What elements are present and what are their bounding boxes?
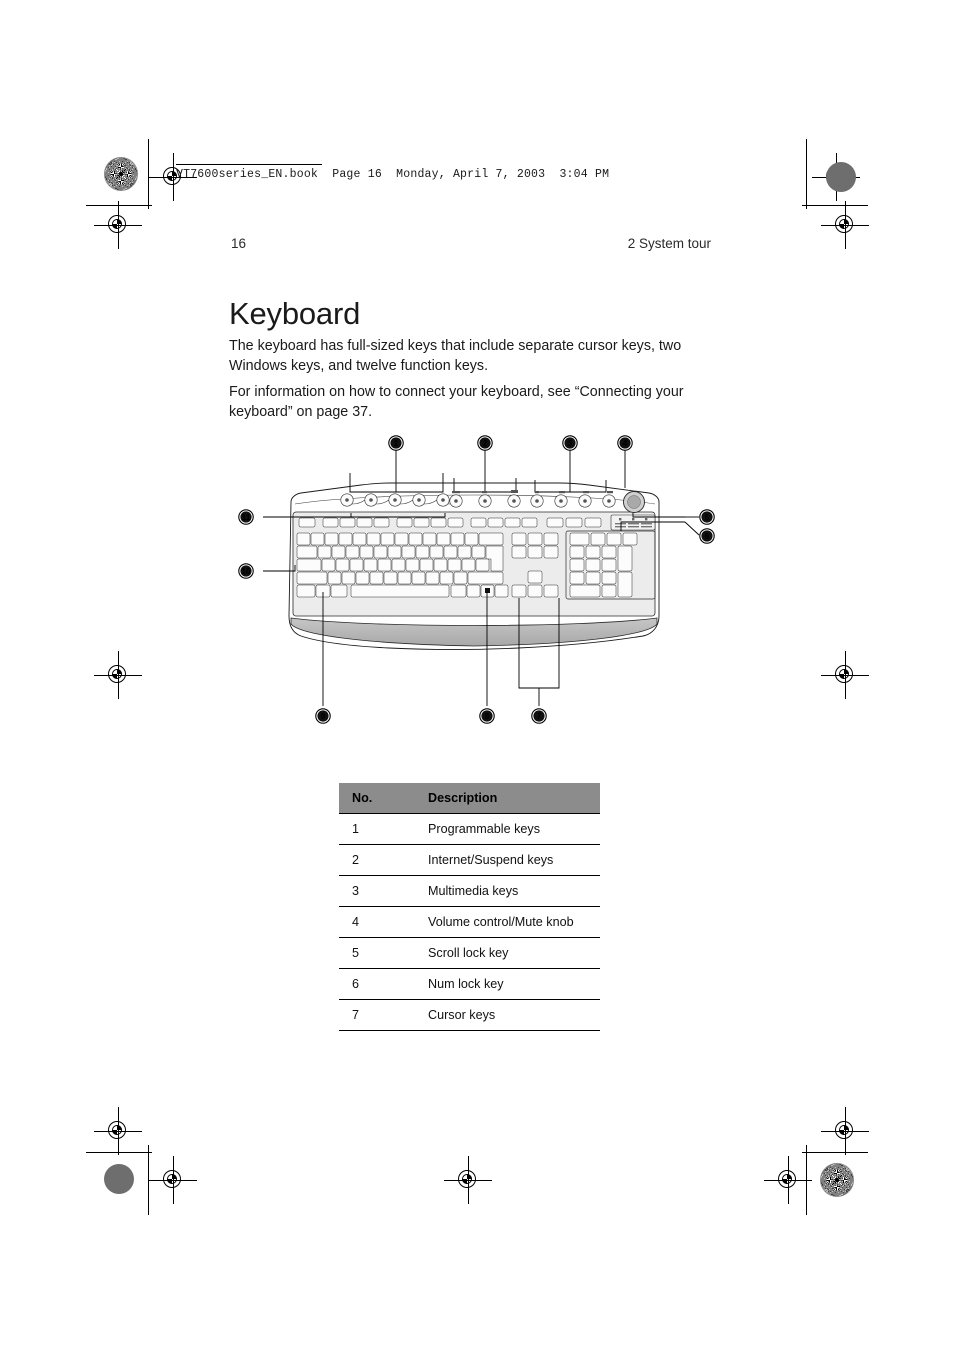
registration-mark-bottom-right-lower — [764, 1156, 812, 1204]
cell-no: 4 — [339, 906, 418, 938]
crop-line-top-left-vertical — [148, 139, 149, 209]
internet-suspend-keys-group — [449, 490, 521, 508]
crop-line-bottom-left-horizontal — [86, 1152, 152, 1153]
svg-text:4: 4 — [623, 439, 628, 448]
intro-paragraph: The keyboard has full-sized keys that in… — [229, 338, 682, 375]
crop-line-bottom-left-vertical — [148, 1145, 149, 1215]
svg-text:10: 10 — [242, 567, 251, 576]
registration-mark-bottom-left-lower — [149, 1156, 197, 1204]
cell-description: Scroll lock key — [418, 937, 600, 969]
crop-line-top-left-horizontal — [86, 205, 152, 206]
cell-description: Multimedia keys — [418, 875, 600, 907]
callout-2: 2 — [477, 435, 493, 451]
table-row: 6 Num lock key — [339, 968, 600, 1000]
svg-text:7: 7 — [537, 712, 542, 721]
cell-no: 1 — [339, 813, 418, 845]
registration-mark-bottom-left-upper — [94, 1107, 142, 1155]
table-row: 7 Cursor keys — [339, 999, 600, 1031]
callout-11: 11 — [238, 509, 254, 525]
callout-5: 5 — [699, 509, 715, 525]
cell-description: Cursor keys — [418, 999, 600, 1031]
svg-text:2: 2 — [483, 439, 488, 448]
crop-line-bottom-right-vertical — [806, 1145, 807, 1215]
solid-dot-top-right — [826, 162, 856, 192]
halftone-dot-top-left — [104, 157, 138, 191]
callout-4: 4 — [617, 435, 633, 451]
svg-text:1: 1 — [394, 439, 399, 448]
svg-text:5: 5 — [705, 513, 710, 522]
table-row: 5 Scroll lock key — [339, 937, 600, 969]
svg-text:3: 3 — [568, 439, 573, 448]
crop-line-bottom-right-horizontal — [802, 1152, 868, 1153]
main-typing-block — [296, 532, 509, 598]
cell-no: 3 — [339, 875, 418, 907]
callout-10: 10 — [238, 563, 254, 579]
table-row: 4 Volume control/Mute knob — [339, 906, 600, 938]
function-key-row — [298, 517, 602, 528]
callout-1: 1 — [388, 435, 404, 451]
callout-6: 6 — [699, 528, 715, 544]
crop-line-top-right-vertical — [806, 139, 807, 209]
registration-mark-bottom-right-upper — [821, 1107, 869, 1155]
programmable-keys-group — [340, 493, 462, 507]
page-title: Keyboard — [229, 295, 361, 331]
svg-text:9: 9 — [321, 712, 326, 721]
halftone-dot-bottom-right — [820, 1163, 854, 1197]
callout-3: 3 — [562, 435, 578, 451]
cell-no: 2 — [339, 844, 418, 876]
registration-mark-mid-right — [821, 651, 869, 699]
solid-dot-bottom-left — [104, 1164, 134, 1194]
cell-no: 5 — [339, 937, 418, 969]
reference-paragraph: For information on how to connect your k… — [229, 384, 684, 421]
cell-no: 6 — [339, 968, 418, 1000]
file-header-text: VT7600series_EN.book Page 16 Monday, Apr… — [176, 168, 610, 181]
column-header-description: Description — [418, 783, 600, 814]
file-header-rule — [176, 164, 322, 165]
callout-9: 9 — [315, 708, 331, 724]
table-header-row: No. Description — [339, 783, 600, 814]
column-header-no: No. — [339, 783, 418, 814]
table-row: 2 Internet/Suspend keys — [339, 844, 600, 876]
keyboard-legend-table: No. Description 1 Programmable keys 2 In… — [339, 783, 600, 1031]
chapter-head: 2 System tour — [627, 236, 711, 251]
cell-description: Volume control/Mute knob — [418, 906, 600, 938]
keyboard-figure: .kbd-line { fill:none; stroke:#1a1a1a; s… — [229, 430, 719, 740]
running-head: 16 2 System tour — [231, 236, 711, 251]
table-row: 1 Programmable keys — [339, 813, 600, 845]
multimedia-keys-group — [530, 491, 616, 508]
registration-mark-mid-left — [94, 651, 142, 699]
volume-knob — [623, 491, 645, 513]
table-row: 3 Multimedia keys — [339, 875, 600, 907]
page-number: 16 — [231, 236, 247, 251]
cell-description: Internet/Suspend keys — [418, 844, 600, 876]
cell-no: 7 — [339, 999, 418, 1031]
table-body: 1 Programmable keys 2 Internet/Suspend k… — [339, 813, 600, 1031]
svg-text:8: 8 — [485, 712, 490, 721]
registration-mark-top-right-inner — [821, 201, 869, 249]
cell-description: Programmable keys — [418, 813, 600, 845]
registration-mark-top-left-outer — [94, 201, 142, 249]
svg-text:6: 6 — [705, 532, 710, 541]
callout-7: 7 — [531, 708, 547, 724]
svg-text:11: 11 — [242, 513, 251, 522]
cell-description: Num lock key — [418, 968, 600, 1000]
registration-mark-bottom-center — [444, 1156, 492, 1204]
crop-line-top-right-horizontal — [802, 205, 868, 206]
callout-8: 8 — [479, 708, 495, 724]
